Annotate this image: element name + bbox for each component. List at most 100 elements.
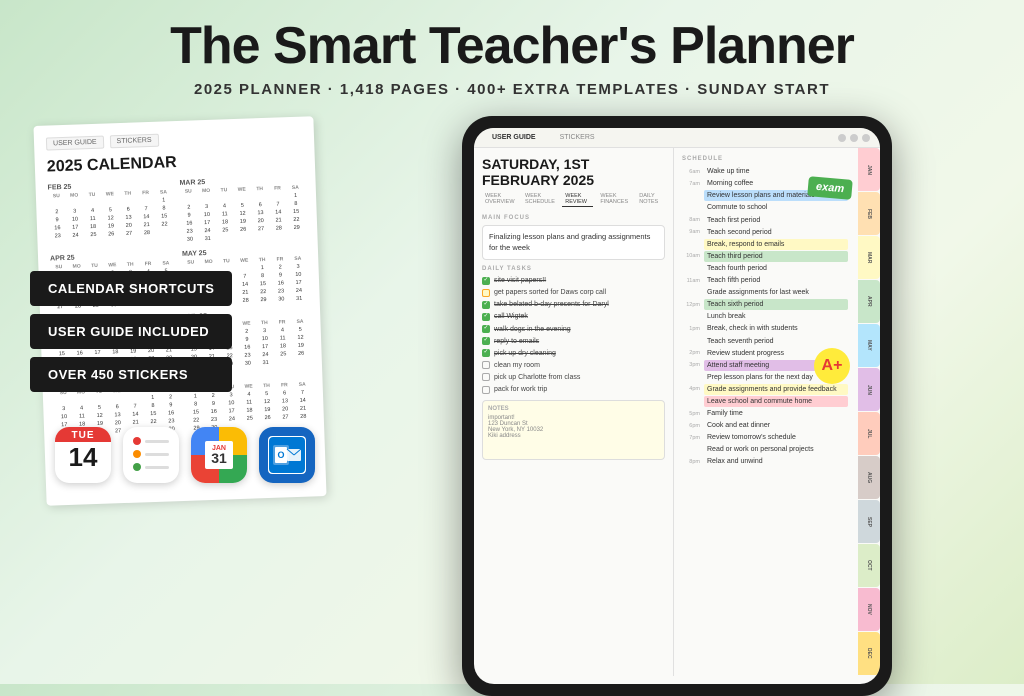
svg-text:JAN: JAN [212, 445, 226, 452]
schedule-item-21: 6pmCook and eat dinner [682, 420, 848, 431]
calendar-day: TUE [55, 427, 111, 442]
schedule-text-8: Teach fourth period [704, 263, 848, 274]
task-text-5: reply to emails [494, 337, 539, 346]
schedule-time-24: 8pm [682, 459, 700, 465]
task-checkbox-4[interactable]: ✓ [482, 325, 490, 333]
schedule-time-18: 4pm [682, 386, 700, 392]
schedule-item-23: Read or work on personal projects [682, 444, 848, 455]
tab-circle-2 [850, 134, 858, 142]
index-tab-feb[interactable]: FEB [858, 192, 880, 235]
tablet-content: SATURDAY, 1ST FEBRUARY 2025 WEEK OVERVIE… [474, 148, 880, 676]
task-checkbox-5[interactable]: ✓ [482, 337, 490, 345]
schedule-item-19: Leave school and commute home [682, 396, 848, 407]
schedule-time-1: 7am [682, 181, 700, 187]
task-checkbox-2[interactable]: ✓ [482, 301, 490, 309]
tab-dividers [838, 134, 870, 142]
schedule-item-6: Break, respond to emails [682, 239, 848, 250]
schedule-text-18: Grade assignments and provide feedback [704, 384, 848, 395]
nav-tabs: WEEK OVERVIEW WEEK SCHEDULE WEEK REVIEW … [482, 192, 665, 207]
paper-tab-stickers: STICKERS [109, 134, 158, 149]
schedule-time-7: 10am [682, 253, 700, 259]
task-item-8: pick up Charlotte from class [482, 373, 665, 382]
schedule-time-16: 3pm [682, 362, 700, 368]
calendar-title: 2025 CALENDAR [47, 150, 303, 177]
nav-tab-week-review[interactable]: WEEK REVIEW [562, 192, 593, 207]
tab-circle-3 [862, 134, 870, 142]
main-focus-text: Finalizing lesson plans and grading assi… [482, 225, 665, 260]
tablet-tab-stickers[interactable]: STICKERS [552, 132, 603, 143]
schedule-time-11: 12pm [682, 302, 700, 308]
reminder-dot-2 [133, 450, 141, 458]
schedule-text-6: Break, respond to emails [704, 239, 848, 250]
daily-tasks-label: DAILY TASKS [482, 266, 665, 272]
reminder-bar-2 [145, 453, 169, 456]
index-tab-oct[interactable]: OCT [858, 544, 880, 587]
schedule-time-21: 6pm [682, 423, 700, 429]
tasks-list: ✓site visit papers!!get papers sorted fo… [482, 276, 665, 394]
task-checkbox-1[interactable] [482, 289, 490, 297]
month-block-1: MAR 25SUMOTUWETHFRSA 1234567891011121314… [179, 176, 305, 243]
left-panel: USER GUIDE STICKERS 2025 CALENDAR FEB 25… [30, 116, 350, 501]
schedule-text-23: Read or work on personal projects [704, 444, 848, 455]
task-text-2: take belated b-day presents for Daryl [494, 300, 609, 309]
tab-circle-1 [838, 134, 846, 142]
task-checkbox-9[interactable] [482, 386, 490, 394]
paper-tab-guide: USER GUIDE [46, 136, 104, 151]
schedule-text-22: Review tomorrow's schedule [704, 432, 848, 443]
index-tab-dec[interactable]: DEC [858, 632, 880, 675]
nav-tab-week-schedule[interactable]: WEEK SCHEDULE [522, 192, 558, 207]
task-checkbox-8[interactable] [482, 373, 490, 381]
index-tab-nov[interactable]: NOV [858, 588, 880, 631]
task-checkbox-3[interactable]: ✓ [482, 313, 490, 321]
schedule-item-13: 1pm Break, check in with students [682, 323, 848, 334]
task-checkbox-6[interactable]: ✓ [482, 349, 490, 357]
exam-sticker: exam [807, 176, 853, 200]
schedule-time-0: 6am [682, 169, 700, 175]
task-text-9: pack for work trip [494, 385, 547, 394]
calendar-app-icon: TUE 14 [55, 427, 111, 483]
schedule-item-10: Grade assignments for last week [682, 287, 848, 298]
task-text-6: pick up dry cleaning [494, 349, 556, 358]
nav-tab-daily-notes[interactable]: DAILY NOTES [636, 192, 665, 207]
task-text-0: site visit papers!! [494, 276, 546, 285]
schedule-time-20: 5pm [682, 411, 700, 417]
schedule-label: SCHEDULE [682, 156, 872, 162]
index-tab-apr[interactable]: APR [858, 280, 880, 323]
reminder-dot-1 [133, 437, 141, 445]
task-text-4: walk dogs in the evening [494, 325, 571, 334]
schedule-text-5: Teach second period [704, 227, 848, 238]
index-tab-aug[interactable]: AUG [858, 456, 880, 499]
schedule-text-0: Wake up time [704, 166, 848, 177]
task-checkbox-0[interactable]: ✓ [482, 277, 490, 285]
nav-tab-week-finances[interactable]: WEEK FINANCES [597, 192, 632, 207]
index-tab-may[interactable]: MAY [858, 324, 880, 367]
tablet-screen: USER GUIDE STICKERS SATURDAY, 1ST FEBRUA… [474, 128, 880, 684]
task-item-0: ✓ site visit papers!! [482, 276, 665, 285]
notes-area[interactable]: NOTES important! 123 Duncan St New York,… [482, 400, 665, 460]
schedule-text-4: Teach first period [704, 215, 848, 226]
index-tab-jul[interactable]: JUL [858, 412, 880, 455]
schedule-text-13: Break, check in with students [704, 323, 848, 334]
schedule-item-24: 8pmRelax and unwind [682, 456, 848, 467]
planner-date: SATURDAY, 1ST FEBRUARY 2025 [482, 156, 665, 188]
schedule-time-4: 8am [682, 217, 700, 223]
index-tab-jan[interactable]: JAN [858, 148, 880, 191]
task-text-7: clean my room [494, 361, 540, 370]
index-tab-jun[interactable]: JUN [858, 368, 880, 411]
schedule-item-8: Teach fourth period [682, 263, 848, 274]
badge-guide: USER GUIDE INCLUDED [30, 314, 232, 349]
tablet-tab-guide[interactable]: USER GUIDE [484, 132, 544, 143]
page-title: The Smart Teacher's Planner [20, 18, 1004, 75]
schedule-item-12: Lunch break [682, 311, 848, 322]
schedule-text-20: Family time [704, 408, 848, 419]
schedule-item-3: Commute to school [682, 202, 848, 213]
notes-label: NOTES [488, 406, 659, 412]
index-tab-sep[interactable]: SEP [858, 500, 880, 543]
schedule-text-19: Leave school and commute home [704, 396, 848, 407]
nav-tab-week-overview[interactable]: WEEK OVERVIEW [482, 192, 518, 207]
index-tab-mar[interactable]: MAR [858, 236, 880, 279]
task-checkbox-7[interactable] [482, 361, 490, 369]
schedule-time-13: 1pm [682, 326, 700, 332]
badge-stickers: OVER 450 STICKERS [30, 357, 232, 392]
schedule-item-7: 10amTeach third period [682, 251, 848, 262]
